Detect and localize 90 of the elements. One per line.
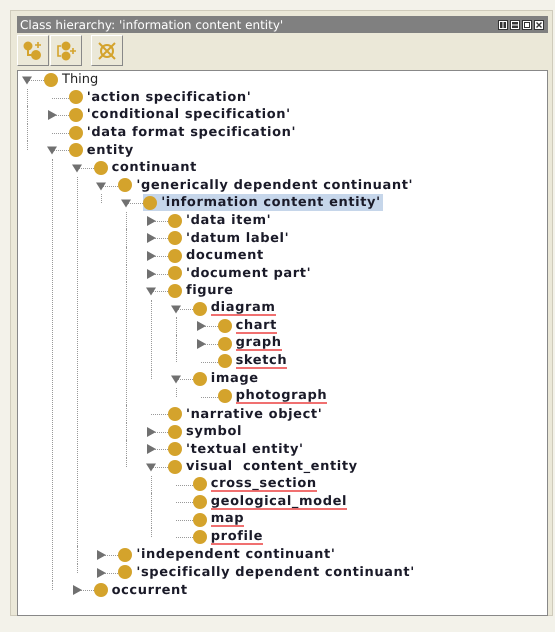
class-icon [44, 72, 58, 87]
class-tree-item[interactable]: 'narrative object' [168, 406, 324, 423]
add-sibling-icon [54, 38, 78, 62]
class-tree-item[interactable]: 'data item' [168, 212, 274, 230]
class-icon [68, 90, 83, 104]
class-tree-item[interactable]: 'independent continuant' [118, 546, 338, 564]
class-icon [192, 477, 207, 492]
class-icon [168, 284, 182, 298]
collapse-arrow-icon[interactable] [170, 304, 181, 314]
class-icon [192, 512, 207, 527]
class-icon [118, 548, 132, 562]
class-icon [218, 389, 232, 404]
class-icon [94, 160, 108, 175]
collapse-arrow-icon[interactable] [146, 286, 156, 296]
expand-arrow-icon[interactable] [146, 216, 156, 226]
expand-arrow-icon[interactable] [72, 585, 82, 596]
collapse-arrow-icon[interactable] [46, 145, 57, 156]
class-icon [94, 583, 108, 598]
class-tree-item[interactable]: 'textual entity' [168, 440, 306, 458]
class-icon [168, 424, 182, 439]
class-tree-item[interactable]: visual content_entity [168, 458, 360, 476]
class-tree-item[interactable]: graph [218, 335, 284, 352]
class-icon [118, 565, 132, 580]
class-icon [218, 336, 232, 351]
maximize-icon[interactable] [522, 20, 532, 30]
class-tree-item[interactable]: occurrent [94, 582, 190, 599]
class-icon [168, 460, 182, 474]
panel-title: Class hierarchy: 'information content entity' [20, 18, 284, 32]
expand-arrow-icon[interactable] [146, 426, 156, 437]
class-icon [68, 143, 83, 158]
class-tree-item[interactable]: 'data format specification' [68, 124, 298, 142]
add-sibling-button[interactable] [50, 35, 82, 66]
class-icon [218, 319, 232, 334]
expand-arrow-icon[interactable] [146, 268, 156, 279]
class-tree-item[interactable]: photograph [218, 388, 330, 405]
collapse-arrow-icon[interactable] [72, 162, 82, 173]
class-icon [168, 407, 182, 422]
class-icon [192, 530, 207, 544]
expand-arrow-icon[interactable] [96, 568, 106, 578]
class-tree-item[interactable]: 'information content entity' [143, 194, 383, 212]
minimize-icon[interactable] [510, 20, 520, 30]
class-tree-item[interactable]: symbol [168, 423, 244, 440]
class-tree-item[interactable]: image [192, 370, 261, 388]
class-icon [192, 495, 207, 510]
expand-arrow-icon[interactable] [146, 250, 156, 261]
class-icon [68, 126, 83, 140]
close-icon[interactable] [534, 20, 544, 30]
class-tree-item[interactable]: cross_section [192, 476, 319, 493]
class-tree-item[interactable]: sketch [218, 352, 290, 370]
expand-arrow-icon[interactable] [146, 444, 156, 454]
class-icon [168, 442, 182, 456]
class-tree-item[interactable]: 'action specification' [68, 88, 254, 106]
collapse-arrow-icon[interactable] [22, 75, 32, 85]
class-icon [168, 214, 182, 228]
class-icon [218, 354, 232, 368]
class-icon [192, 302, 207, 316]
class-tree-item[interactable]: 'document part' [168, 264, 314, 282]
collapse-arrow-icon[interactable] [121, 198, 132, 208]
expand-arrow-icon[interactable] [46, 110, 57, 120]
class-tree-item[interactable]: diagram [192, 300, 278, 318]
class-tree-item[interactable]: 'generically dependent continuant' [118, 176, 416, 194]
add-subclass-button[interactable] [17, 35, 49, 66]
collapse-arrow-icon[interactable] [146, 462, 156, 472]
class-tree-item[interactable]: geological_model [192, 494, 350, 511]
class-icon [168, 266, 182, 280]
class-tree-item[interactable]: map [192, 511, 246, 528]
class-tree-item[interactable]: profile [192, 528, 266, 546]
expand-arrow-icon[interactable] [196, 321, 206, 332]
expand-arrow-icon[interactable] [196, 338, 206, 349]
class-icon [168, 231, 182, 246]
class-tree-item[interactable]: entity [68, 142, 136, 159]
class-tree-item[interactable]: figure [168, 282, 236, 300]
class-tree-item[interactable]: document [168, 247, 266, 264]
class-tree-item[interactable]: 'specifically dependent continuant' [118, 564, 417, 581]
class-tree-item[interactable]: 'datum label' [168, 230, 292, 247]
class-icon [192, 372, 207, 386]
class-icon [68, 108, 83, 122]
class-tree-item[interactable]: continuant [94, 159, 199, 176]
collapse-arrow-icon[interactable] [170, 374, 181, 384]
delete-class-button[interactable] [91, 35, 123, 66]
class-icon [143, 196, 158, 210]
collapse-arrow-icon[interactable] [96, 180, 106, 191]
class-tree-item[interactable]: chart [218, 318, 279, 335]
expand-arrow-icon[interactable] [146, 233, 156, 244]
split-icon[interactable] [498, 20, 508, 30]
expand-arrow-icon[interactable] [96, 550, 106, 560]
class-icon [118, 178, 132, 192]
class-tree-item[interactable]: Thing [44, 71, 100, 88]
class-tree-item[interactable]: 'conditional specification' [68, 106, 293, 124]
class-icon [168, 248, 182, 263]
